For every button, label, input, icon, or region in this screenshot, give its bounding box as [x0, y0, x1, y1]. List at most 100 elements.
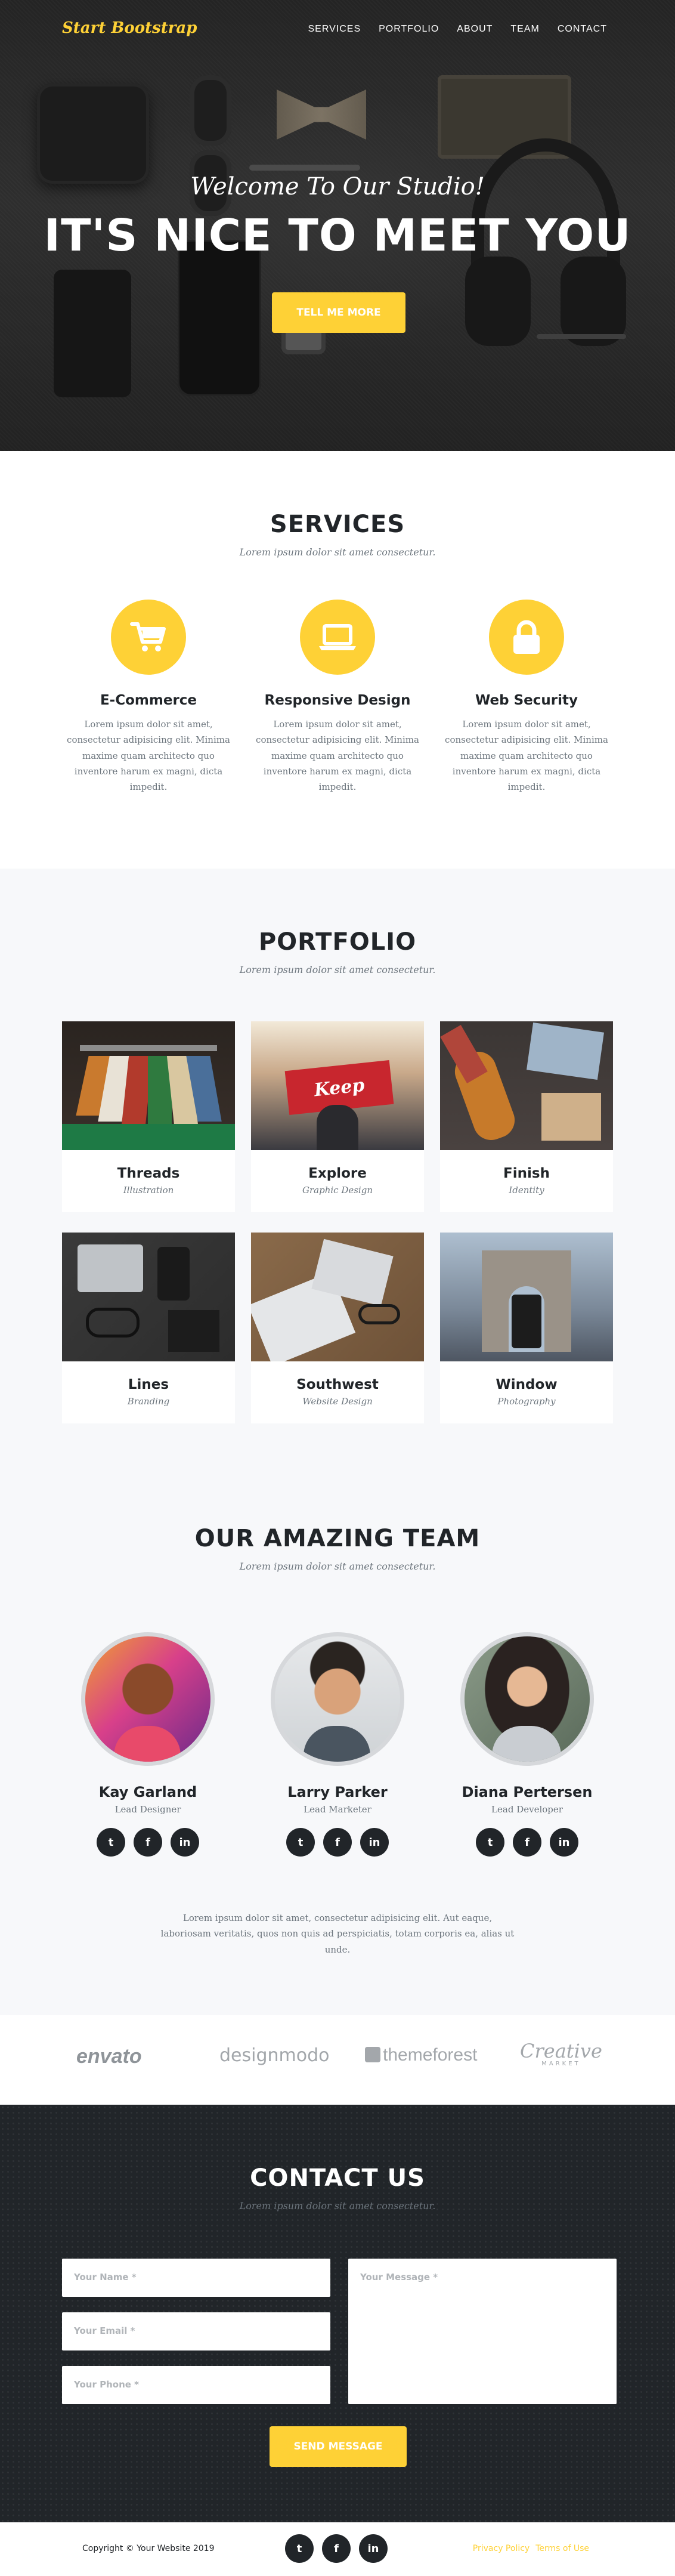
message-field[interactable]: Your Message * — [348, 2259, 617, 2404]
portfolio-subtitle: Lorem ipsum dolor sit amet consectetur. — [239, 964, 436, 975]
portfolio-caption: Lines Branding — [62, 1361, 235, 1423]
portfolio-item-category: Branding — [127, 1396, 170, 1407]
service-description: Lorem ipsum dolor sit amet, consectetur … — [256, 719, 419, 792]
portfolio-item-category: Identity — [509, 1185, 544, 1196]
portfolio-caption: Threads Illustration — [62, 1150, 235, 1212]
portfolio-caption: Window Photography — [440, 1361, 613, 1423]
service-ecommerce: E-Commerce Lorem ipsum dolor sit amet, c… — [62, 600, 235, 795]
footer-socials: t f in — [285, 2534, 388, 2563]
hero-photo-pen — [249, 165, 360, 171]
service-responsive: Responsive Design Lorem ipsum dolor sit … — [251, 600, 424, 795]
portfolio-item-southwest[interactable]: Southwest Website Design — [251, 1233, 424, 1423]
main-navbar: Start Bootstrap SERVICES PORTFOLIO ABOUT… — [0, 0, 675, 60]
team-member-larry: Larry Parker Lead Marketer t f in — [248, 1632, 427, 1857]
hero-photo-sunglasses — [190, 75, 231, 146]
footer-links: Privacy Policy Terms of Use — [473, 2544, 589, 2553]
privacy-policy-link[interactable]: Privacy Policy — [473, 2544, 530, 2553]
terms-of-use-link[interactable]: Terms of Use — [535, 2544, 589, 2553]
twitter-icon[interactable]: t — [476, 1828, 504, 1857]
portfolio-item-title: Window — [496, 1377, 558, 1392]
linkedin-icon[interactable]: in — [171, 1828, 199, 1857]
portfolio-item-title: Explore — [308, 1166, 367, 1181]
portfolio-item-title: Finish — [503, 1166, 550, 1181]
explore-sign-text: Keep — [313, 1074, 366, 1101]
team-member-role: Lead Designer — [114, 1804, 181, 1815]
nav-item-contact[interactable]: CONTACT — [558, 24, 607, 35]
portfolio-caption: Explore Graphic Design — [251, 1150, 424, 1212]
client-logo-themeforest[interactable]: themeforest — [365, 2045, 477, 2065]
team-member-name: Kay Garland — [98, 1784, 197, 1800]
portfolio-section: PORTFOLIO Lorem ipsum dolor sit amet con… — [0, 869, 675, 1525]
service-name: Responsive Design — [264, 693, 411, 708]
client-logo-creative-market[interactable]: Creative MARKET — [520, 2041, 602, 2067]
portfolio-item-category: Graphic Design — [302, 1185, 373, 1196]
team-closing-text: Lorem ipsum dolor sit amet, consectetur … — [160, 1913, 515, 1955]
portfolio-item-title: Southwest — [296, 1377, 379, 1392]
team-socials: t f in — [58, 1828, 237, 1857]
lock-icon — [489, 600, 564, 675]
portfolio-item-category: Photography — [497, 1396, 556, 1407]
twitter-icon[interactable]: t — [286, 1828, 315, 1857]
portfolio-item-title: Lines — [128, 1377, 169, 1392]
client-logo-envato[interactable]: envato — [76, 2045, 142, 2068]
client-logo-label: Creative — [520, 2040, 602, 2062]
facebook-icon[interactable]: f — [134, 1828, 162, 1857]
hero-photo-earcup-left — [465, 257, 531, 346]
avatar — [81, 1632, 215, 1766]
linkedin-icon[interactable]: in — [550, 1828, 578, 1857]
portfolio-item-category: Website Design — [302, 1396, 373, 1407]
hero-section: Start Bootstrap SERVICES PORTFOLIO ABOUT… — [0, 0, 675, 451]
portfolio-item-category: Illustration — [123, 1185, 174, 1196]
email-field[interactable]: Your Email * — [62, 2312, 330, 2350]
tell-me-more-button[interactable]: TELL ME MORE — [272, 292, 405, 333]
client-logo-designmodo[interactable]: designmodo — [219, 2045, 330, 2066]
phone-field[interactable]: Your Phone * — [62, 2366, 330, 2404]
service-description: Lorem ipsum dolor sit amet, consectetur … — [445, 719, 608, 792]
service-description: Lorem ipsum dolor sit amet, consectetur … — [67, 719, 230, 792]
portfolio-item-window[interactable]: Window Photography — [440, 1233, 613, 1423]
twitter-icon[interactable]: t — [97, 1828, 125, 1857]
hero-photo-earcup-right — [561, 257, 626, 346]
portfolio-item-lines[interactable]: Lines Branding — [62, 1233, 235, 1423]
avatar — [271, 1632, 404, 1766]
contact-title: CONTACT US — [250, 2164, 425, 2192]
nav-item-about[interactable]: ABOUT — [457, 24, 493, 35]
nav-item-services[interactable]: SERVICES — [308, 24, 361, 35]
nav-item-team[interactable]: TEAM — [510, 24, 539, 35]
nav-item-portfolio[interactable]: PORTFOLIO — [379, 24, 439, 35]
team-member-name: Larry Parker — [287, 1784, 388, 1800]
portfolio-item-threads[interactable]: Threads Illustration — [62, 1021, 235, 1212]
portfolio-caption: Southwest Website Design — [251, 1361, 424, 1423]
portfolio-item-finish[interactable]: Finish Identity — [440, 1021, 613, 1212]
portfolio-image-explore: Keep — [251, 1021, 424, 1150]
facebook-icon[interactable]: f — [322, 2534, 351, 2563]
nav-menu: SERVICES PORTFOLIO ABOUT TEAM CONTACT — [308, 24, 607, 35]
brand-logo[interactable]: Start Bootstrap — [62, 19, 197, 37]
hero-photo-phone — [178, 240, 261, 396]
hero-photo-phone-case — [54, 270, 131, 397]
clients-section: envato designmodo themeforest Creative M… — [0, 2015, 675, 2105]
facebook-icon[interactable]: f — [323, 1828, 352, 1857]
footer: Copyright © Your Website 2019 t f in Pri… — [0, 2522, 675, 2576]
team-title: OUR AMAZING TEAM — [194, 1525, 481, 1552]
services-row: E-Commerce Lorem ipsum dolor sit amet, c… — [0, 600, 675, 814]
linkedin-icon[interactable]: in — [360, 1828, 389, 1857]
themeforest-mark-icon — [365, 2047, 380, 2062]
team-socials: t f in — [248, 1828, 427, 1857]
contact-section: CONTACT US Lorem ipsum dolor sit amet co… — [0, 2105, 675, 2522]
name-field[interactable]: Your Name * — [62, 2259, 330, 2297]
copyright-text: Copyright © Your Website 2019 — [82, 2544, 215, 2553]
hero-photo-wallet — [37, 84, 149, 184]
contact-subtitle: Lorem ipsum dolor sit amet consectetur. — [239, 2200, 436, 2211]
portfolio-item-explore[interactable]: Keep Explore Graphic Design — [251, 1021, 424, 1212]
facebook-icon[interactable]: f — [513, 1828, 541, 1857]
linkedin-icon[interactable]: in — [359, 2534, 388, 2563]
portfolio-image-lines — [62, 1233, 235, 1361]
send-message-button[interactable]: SEND MESSAGE — [270, 2426, 407, 2467]
team-member-diana: Diana Pertersen Lead Developer t f in — [438, 1632, 617, 1857]
twitter-icon[interactable]: t — [285, 2534, 314, 2563]
avatar — [460, 1632, 594, 1766]
team-member-kay: Kay Garland Lead Designer t f in — [58, 1632, 237, 1857]
services-title: SERVICES — [270, 511, 405, 538]
team-member-role: Lead Developer — [491, 1804, 563, 1815]
